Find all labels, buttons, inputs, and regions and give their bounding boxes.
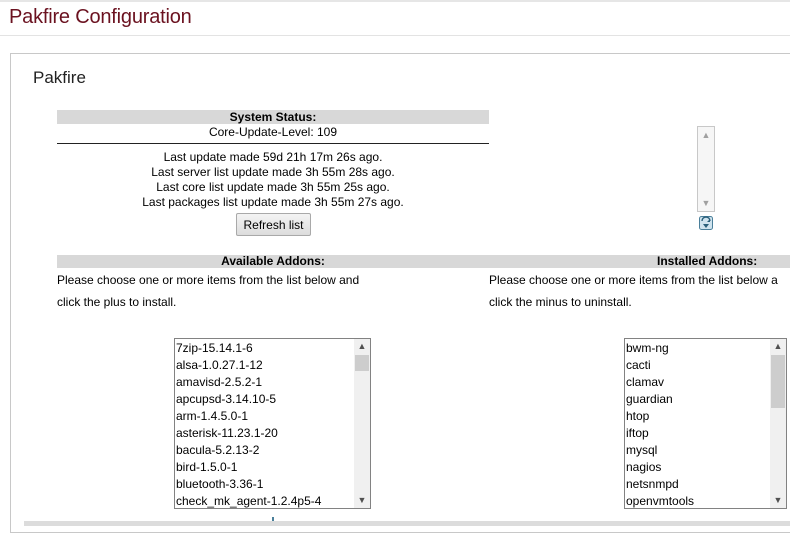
scrollbar-thumb[interactable]: [355, 355, 369, 371]
top-strip: [0, 0, 790, 2]
installed-addons-listbox[interactable]: bwm-ng cacti clamav guardian htop iftop …: [624, 338, 787, 509]
available-scrollbar[interactable]: ▲ ▼: [354, 339, 370, 508]
installed-instruction-2: click the minus to uninstall.: [489, 295, 632, 309]
refresh-list-button[interactable]: Refresh list: [236, 213, 311, 236]
chevron-down-icon[interactable]: ▼: [698, 196, 714, 210]
list-item[interactable]: clamav: [625, 374, 694, 391]
refresh-update-icon[interactable]: [699, 216, 713, 230]
list-item[interactable]: 7zip-15.14.1-6: [175, 340, 321, 357]
status-line-server-list: Last server list update made 3h 55m 28s …: [151, 165, 395, 179]
list-item[interactable]: netsnmpd: [625, 476, 694, 493]
available-instruction-2: click the plus to install.: [57, 295, 177, 309]
list-item[interactable]: asterisk-11.23.1-20: [175, 425, 321, 442]
available-addons-listbox[interactable]: 7zip-15.14.1-6 alsa-1.0.27.1-12 amavisd-…: [174, 338, 371, 509]
available-instruction-1: Please choose one or more items from the…: [57, 273, 360, 287]
status-line-core-list: Last core list update made 3h 55m 25s ag…: [156, 180, 390, 194]
status-divider: [57, 143, 489, 144]
list-item[interactable]: check_mk_agent-1.2.4p5-4: [175, 493, 321, 508]
list-item[interactable]: bacula-5.2.13-2: [175, 442, 321, 459]
chevron-up-icon[interactable]: ▲: [698, 128, 714, 142]
horizontal-scrollbar[interactable]: [24, 521, 790, 526]
list-item[interactable]: htop: [625, 408, 694, 425]
list-item[interactable]: apcupsd-3.14.10-5: [175, 391, 321, 408]
installed-scrollbar[interactable]: ▲ ▼: [770, 339, 786, 508]
list-item[interactable]: bluetooth-3.36-1: [175, 476, 321, 493]
list-item[interactable]: openvmtools: [625, 493, 694, 508]
scrollbar-thumb[interactable]: [771, 355, 785, 408]
title-divider: [0, 35, 790, 36]
chevron-up-icon[interactable]: ▲: [770, 339, 786, 354]
list-item[interactable]: arm-1.4.5.0-1: [175, 408, 321, 425]
list-item[interactable]: nagios: [625, 459, 694, 476]
chevron-down-icon[interactable]: ▼: [770, 493, 786, 508]
list-item[interactable]: alsa-1.0.27.1-12: [175, 357, 321, 374]
list-item[interactable]: mysql: [625, 442, 694, 459]
page-title: Pakfire Configuration: [9, 6, 192, 28]
list-item[interactable]: iftop: [625, 425, 694, 442]
list-item[interactable]: amavisd-2.5.2-1: [175, 374, 321, 391]
list-item[interactable]: guardian: [625, 391, 694, 408]
system-status-heading: System Status:: [57, 110, 489, 124]
core-update-level: Core-Update-Level: 109: [208, 125, 338, 139]
chevron-down-icon[interactable]: ▼: [354, 493, 370, 508]
installed-instruction-1: Please choose one or more items from the…: [489, 273, 778, 287]
chevron-up-icon[interactable]: ▲: [354, 339, 370, 354]
updates-listbox[interactable]: ▲ ▼: [697, 126, 715, 212]
list-item[interactable]: bird-1.5.0-1: [175, 459, 321, 476]
available-addons-heading: Available Addons:: [57, 255, 489, 268]
list-item[interactable]: cacti: [625, 357, 694, 374]
list-item[interactable]: bwm-ng: [625, 340, 694, 357]
panel-title: Pakfire: [33, 68, 86, 87]
status-line-packages-list: Last packages list update made 3h 55m 27…: [142, 195, 404, 209]
status-line-last-update: Last update made 59d 21h 17m 26s ago.: [163, 150, 383, 164]
installed-addons-heading: Installed Addons:: [489, 255, 790, 268]
